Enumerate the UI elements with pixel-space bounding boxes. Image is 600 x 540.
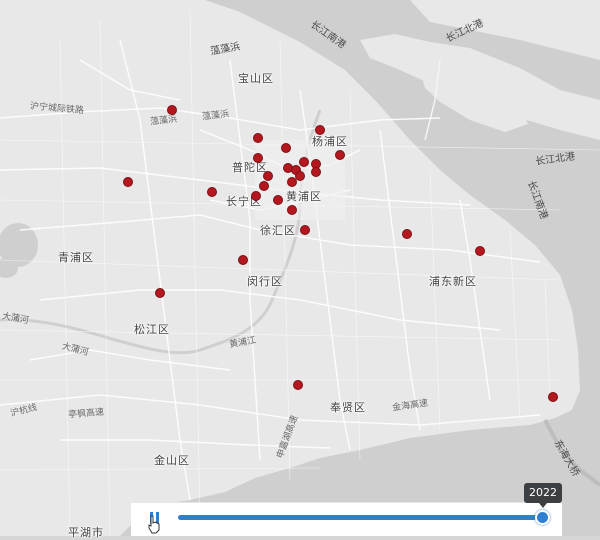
map-marker[interactable] [311,167,321,177]
map-marker[interactable] [238,255,248,265]
district-label-pudong: 浦东新区 [429,275,477,288]
year-tooltip: 2022 [524,483,562,508]
district-label-songjiang: 松江区 [134,323,170,336]
map-canvas[interactable] [0,0,600,536]
map-marker[interactable] [123,177,133,187]
district-label-putuo: 普陀区 [232,161,268,174]
map-marker[interactable] [251,191,261,201]
district-label-xuhui: 徐汇区 [260,224,296,237]
map-marker[interactable] [263,171,273,181]
map-marker[interactable] [335,150,345,160]
map-marker[interactable] [253,133,263,143]
hand-cursor-icon [148,515,160,534]
map-marker[interactable] [259,181,269,191]
timeline-track[interactable] [178,515,543,520]
district-label-qingpu: 青浦区 [58,251,94,264]
district-label-yangpu: 杨浦区 [312,135,348,148]
map-marker[interactable] [155,288,165,298]
timeline-handle[interactable] [535,510,550,525]
district-label-minhang: 闵行区 [247,275,283,288]
district-label-huangpu: 黄浦区 [286,190,322,203]
district-label-jinshan: 金山区 [154,454,190,467]
map-marker[interactable] [253,153,263,163]
map-marker[interactable] [281,143,291,153]
map-marker[interactable] [167,105,177,115]
district-label-pinghu: 平湖市 [68,526,104,539]
district-label-baoshan: 宝山区 [238,72,274,85]
map-marker[interactable] [402,229,412,239]
map-marker[interactable] [475,246,485,256]
map-marker[interactable] [273,195,283,205]
map-marker[interactable] [293,380,303,390]
map-marker[interactable] [299,157,309,167]
map-marker[interactable] [207,187,217,197]
map-marker[interactable] [548,392,558,402]
map-marker[interactable] [315,125,325,135]
district-label-fengxian: 奉贤区 [330,401,366,414]
map-marker[interactable] [287,177,297,187]
map-marker[interactable] [287,205,297,215]
map-marker[interactable] [300,225,310,235]
